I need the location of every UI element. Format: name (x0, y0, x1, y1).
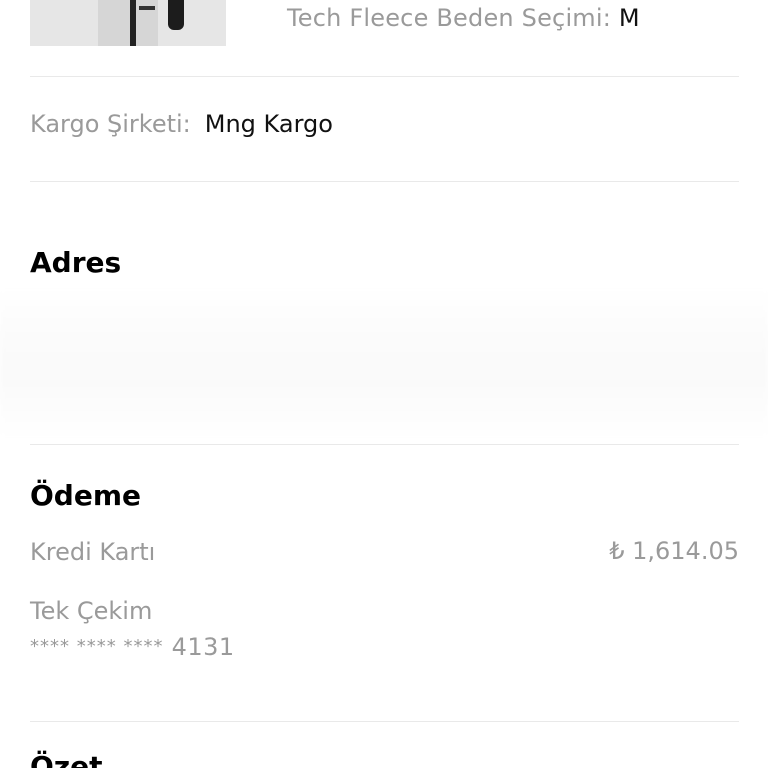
jacket-sleeve (168, 0, 184, 30)
redacted-address (0, 288, 768, 438)
product-image (30, 0, 226, 46)
divider (30, 721, 739, 722)
order-detail-page: Tech Fleece Beden Seçimi: M Kargo Şirket… (0, 0, 768, 768)
installment-type: Tek Çekim (30, 597, 153, 625)
card-last4: 4131 (171, 633, 235, 661)
size-value: M (618, 4, 640, 32)
divider (30, 181, 739, 182)
size-selection: Tech Fleece Beden Seçimi: M (287, 4, 640, 32)
divider (30, 76, 739, 77)
shipping-company: Kargo Şirketi: Mng Kargo (30, 110, 333, 138)
size-label: Tech Fleece Beden Seçimi: (287, 4, 612, 32)
payment-amount: ₺ 1,614.05 (609, 537, 739, 565)
payment-method: Kredi Kartı (30, 538, 156, 566)
jacket-pocket (139, 6, 155, 10)
shipping-label: Kargo Şirketi: (30, 110, 191, 138)
address-title: Adres (30, 246, 122, 279)
shipping-value: Mng Kargo (204, 110, 333, 138)
divider (30, 444, 739, 445)
summary-title: Özet (30, 750, 103, 768)
card-number: **** **** **** 4131 (30, 633, 235, 661)
payment-title: Ödeme (30, 479, 142, 512)
card-mask: **** **** **** (30, 636, 164, 657)
jacket-zip (130, 0, 136, 46)
